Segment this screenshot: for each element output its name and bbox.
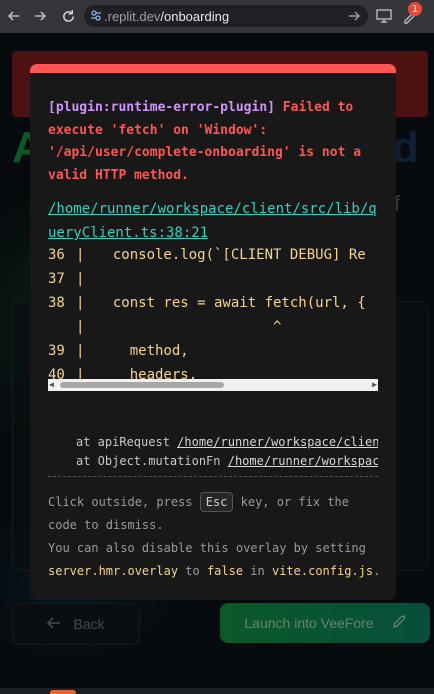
- code-line: 39 | method,: [48, 343, 189, 359]
- dismiss-tip: Click outside, press Esc key, or fix the…: [48, 491, 384, 583]
- go-arrow-icon[interactable]: [348, 9, 360, 27]
- url-text: .replit.dev/onboarding: [104, 8, 230, 24]
- notification-badge: 1: [408, 2, 422, 16]
- taskbar-app-icon[interactable]: [50, 690, 76, 694]
- scroll-left-icon[interactable]: ◀: [49, 380, 54, 389]
- code-line: 37 |: [48, 271, 85, 287]
- code-line: 38 | const res = await fetch(url, {: [48, 295, 366, 311]
- esc-key: Esc: [199, 492, 234, 512]
- stack-frame-link[interactable]: /home/runner/workspace/client/src/lib/qu…: [177, 435, 378, 449]
- reload-icon[interactable]: [58, 6, 78, 26]
- stack-frame: at Object.mutationFn /home/runner/worksp…: [76, 452, 378, 471]
- stack-frame: at apiRequest /home/runner/workspace/cli…: [76, 433, 378, 452]
- error-message: [plugin:runtime-error-plugin] Failed to …: [48, 97, 378, 187]
- back-arrow-icon[interactable]: [4, 6, 24, 26]
- cast-screen-icon[interactable]: [374, 6, 394, 26]
- error-file-link[interactable]: /home/runner/workspace/client/src/lib/qu…: [48, 197, 378, 245]
- plugin-name: [plugin:runtime-error-plugin]: [48, 100, 275, 115]
- stack-trace: at apiRequest /home/runner/workspace/cli…: [76, 433, 378, 471]
- address-bar[interactable]: .replit.dev/onboarding: [84, 5, 368, 27]
- scrollbar-thumb[interactable]: [60, 382, 224, 388]
- code-frame: 36 | console.log(`[CLIENT DEBUG] Re 37 | 3…: [48, 243, 378, 393]
- code-line: 36 | console.log(`[CLIENT DEBUG] Re: [48, 247, 366, 263]
- site-info-icon[interactable]: [90, 9, 102, 27]
- scroll-right-icon[interactable]: ▶: [372, 380, 377, 389]
- code-line-caret: | ^: [76, 319, 282, 335]
- code-frame-scrollbar[interactable]: ◀ ▶: [48, 379, 378, 391]
- forward-arrow-icon[interactable]: [30, 6, 50, 26]
- divider: [48, 476, 378, 477]
- error-overlay: [plugin:runtime-error-plugin] Failed to …: [30, 64, 396, 600]
- stack-frame-link[interactable]: /home/runner/workspace/client/src/pages/…: [228, 454, 378, 468]
- browser-toolbar: .replit.dev/onboarding 1: [0, 0, 434, 33]
